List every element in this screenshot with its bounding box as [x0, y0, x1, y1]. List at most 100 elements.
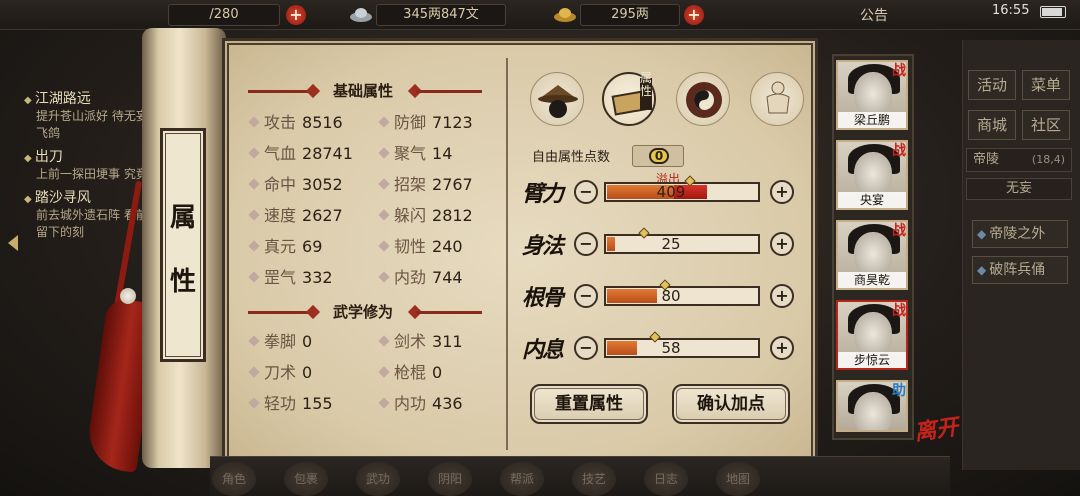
- stat-value: 744: [432, 268, 463, 287]
- stat-value: 0: [432, 363, 443, 382]
- dock-button[interactable]: 武功: [356, 462, 400, 496]
- shop-button[interactable]: 商城: [968, 110, 1016, 140]
- stat-row: 真元 69: [248, 235, 322, 259]
- avatar: [854, 312, 892, 356]
- dock-button[interactable]: 阴阳: [428, 462, 472, 496]
- dock-button[interactable]: 地图: [716, 462, 760, 496]
- dock-button[interactable]: 包裹: [284, 462, 328, 496]
- avatar: [854, 392, 892, 430]
- bullet-icon: [248, 397, 260, 409]
- martial-stat-row: 剑术 311: [378, 330, 463, 354]
- attribute-value: 409: [656, 183, 686, 201]
- location-item[interactable]: ◆ 破阵兵俑: [972, 256, 1068, 284]
- body-figure-icon[interactable]: [750, 72, 804, 126]
- attribute-name: 臂力: [522, 181, 564, 207]
- increase-attribute-button[interactable]: +: [770, 336, 794, 360]
- bullet-icon: [248, 147, 260, 159]
- attribute-name: 根骨: [522, 285, 564, 311]
- stat-name: 聚气: [394, 144, 427, 163]
- stat-row: 招架 2767: [378, 173, 473, 197]
- stat-row: 内劲 744: [378, 266, 463, 290]
- stat-row: 速度 2627: [248, 204, 343, 228]
- stat-value: 0: [302, 332, 313, 351]
- location-item[interactable]: ◆ 帝陵之外: [972, 220, 1068, 248]
- region-name: 帝陵 (18,4): [966, 148, 1072, 172]
- bullet-icon: [248, 116, 260, 128]
- basic-attributes-title: 基础属性: [332, 82, 393, 100]
- member-role-tag: 战: [892, 63, 906, 79]
- increase-attribute-button[interactable]: +: [770, 232, 794, 256]
- side-menu: [962, 40, 1080, 470]
- stat-name: 韧性: [394, 237, 427, 256]
- stat-name: 招架: [394, 175, 427, 194]
- martial-arts-title: 武学修为: [332, 303, 393, 321]
- bullet-icon: [378, 335, 390, 347]
- stat-name: 速度: [264, 206, 297, 225]
- attribute-name: 身法: [522, 233, 564, 259]
- location-label: 帝陵之外: [989, 226, 1046, 242]
- stat-name: 剑术: [394, 332, 427, 351]
- stat-value: 155: [302, 394, 333, 413]
- collapse-arrow-icon[interactable]: [8, 235, 18, 251]
- activity-button[interactable]: 活动: [968, 70, 1016, 100]
- stat-value: 14: [432, 144, 453, 163]
- avatar: [854, 152, 892, 196]
- region-coordinates: (18,4): [1031, 153, 1065, 166]
- member-name: 步惊云: [838, 352, 906, 368]
- bullet-icon: [248, 178, 260, 190]
- dock-button[interactable]: 日志: [644, 462, 688, 496]
- stat-row: 躲闪 2812: [378, 204, 473, 228]
- money-value: 345两847文: [403, 7, 479, 22]
- member-name: 商昊乾: [838, 272, 906, 288]
- stat-name: 防御: [394, 113, 427, 132]
- attribute-bar: 58: [604, 331, 760, 358]
- dock-button[interactable]: 角色: [212, 462, 256, 496]
- reset-attributes-button[interactable]: 重置属性: [530, 384, 648, 424]
- add-slot-button[interactable]: +: [286, 5, 306, 25]
- stat-value: 2767: [432, 175, 473, 194]
- dock-button[interactable]: 技艺: [572, 462, 616, 496]
- attribute-value: 58: [661, 339, 681, 357]
- tab-char: 属: [169, 203, 196, 233]
- community-button[interactable]: 社区: [1022, 110, 1070, 140]
- increase-attribute-button[interactable]: +: [770, 284, 794, 308]
- decrease-attribute-button[interactable]: −: [574, 232, 598, 256]
- tassel-bead: [120, 288, 136, 304]
- bullet-icon: [248, 335, 260, 347]
- bullet-icon: [248, 209, 260, 221]
- stat-name: 刀术: [264, 363, 297, 382]
- stat-value: 240: [432, 237, 463, 256]
- increase-attribute-button[interactable]: +: [770, 180, 794, 204]
- stat-name: 躲闪: [394, 206, 427, 225]
- attribute-tab[interactable]: 属 性: [160, 128, 206, 362]
- menu-button[interactable]: 菜单: [1022, 70, 1070, 100]
- martial-stat-row: 枪棍 0: [378, 361, 443, 385]
- panel-divider: [506, 58, 508, 450]
- stat-row: 韧性 240: [378, 235, 463, 259]
- clock: 16:55: [992, 3, 1030, 18]
- battery-icon: [1040, 6, 1066, 18]
- bullet-icon: [378, 366, 390, 378]
- decrease-attribute-button[interactable]: −: [574, 336, 598, 360]
- stat-value: 2627: [302, 206, 343, 225]
- confirm-points-button[interactable]: 确认加点: [672, 384, 790, 424]
- stat-name: 拳脚: [264, 332, 297, 351]
- game-screen: /280 + 345两847文 295两 + 公告 16:55 江湖路远 提升苍…: [0, 0, 1080, 496]
- decrease-attribute-button[interactable]: −: [574, 180, 598, 204]
- dock-button[interactable]: 帮派: [500, 462, 544, 496]
- bullet-icon: [378, 397, 390, 409]
- leave-button[interactable]: 离开: [912, 409, 960, 447]
- stat-value: 332: [302, 268, 333, 287]
- stat-row: 聚气 14: [378, 142, 453, 166]
- stat-row: 罡气 332: [248, 266, 333, 290]
- stat-name: 枪棍: [394, 363, 427, 382]
- notice-button[interactable]: 公告: [860, 5, 888, 25]
- money-display: 345两847文: [376, 4, 506, 26]
- decrease-attribute-button[interactable]: −: [574, 284, 598, 308]
- member-name: 梁丘鹏: [838, 112, 906, 128]
- straw-hat-icon[interactable]: [530, 72, 584, 126]
- member-name: 央宴: [838, 192, 906, 208]
- attribute-bar: 25: [604, 227, 760, 254]
- add-gold-button[interactable]: +: [684, 5, 704, 25]
- taiji-icon[interactable]: [676, 72, 730, 126]
